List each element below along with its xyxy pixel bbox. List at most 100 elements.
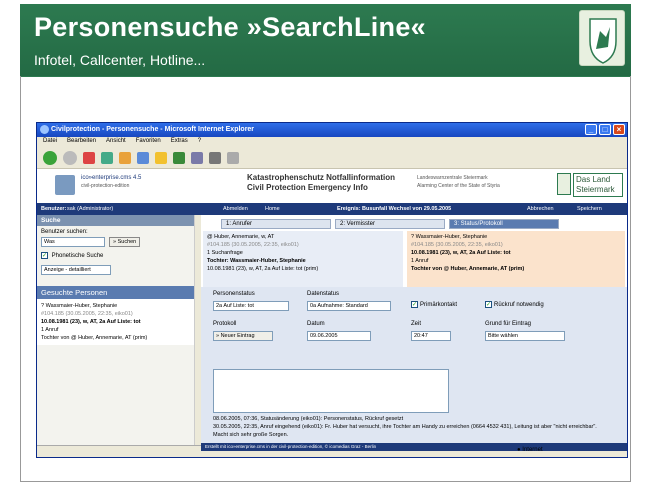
refresh-icon[interactable]	[101, 151, 113, 164]
search-input[interactable]: Was	[41, 237, 105, 247]
forward-icon[interactable]	[63, 150, 77, 165]
result-item[interactable]: ? Wassmaier-Huber, Stephanie #104.185 (3…	[37, 299, 194, 346]
app-header: ico»enterprise.cms 4.5 civil-protection-…	[37, 169, 627, 203]
missing-relation: Tochter von @ Huber, Annemarie, AT (prim…	[411, 266, 525, 272]
user-bar: Benutzer: sak (Administrator) Abmelden H…	[37, 203, 627, 215]
tab-strip: 1: Anrufer 2: Vermisster 3: Status/Proto…	[221, 219, 559, 229]
product-name: ico»enterprise.cms 4.5	[81, 175, 142, 181]
menu-extras[interactable]: Extras	[171, 138, 188, 146]
tab-status-protokoll[interactable]: 3: Status/Protokoll	[449, 219, 559, 229]
menu-bar: Datei Bearbeiten Ansicht Favoriten Extra…	[37, 137, 627, 147]
zone-status: ● Internet	[517, 447, 543, 453]
menu-datei[interactable]: Datei	[43, 138, 57, 146]
results-header: Gesuchte Personen	[37, 286, 194, 300]
logout-link[interactable]: Abmelden	[223, 206, 248, 212]
minimize-button[interactable]: _	[585, 124, 597, 135]
primaerkontakt-label: Primärkontakt	[420, 302, 458, 309]
datenstatus-select[interactable]: 0a Aufnahme: Standard	[307, 301, 391, 311]
menu-favoriten[interactable]: Favoriten	[136, 138, 161, 146]
caller-id: #104.185 (30.05.2005, 22:35, eiko01)	[207, 242, 299, 248]
home-icon[interactable]	[119, 151, 131, 164]
print-icon[interactable]	[209, 151, 221, 164]
coat-of-arms-icon	[579, 10, 625, 66]
search-label: Benutzer suchen:	[41, 229, 88, 235]
main-panel: 1: Anrufer 2: Vermisster 3: Status/Proto…	[201, 215, 627, 443]
tab-anrufer[interactable]: 1: Anrufer	[221, 219, 331, 229]
stop-icon[interactable]	[83, 151, 95, 164]
search-header: Suche	[37, 215, 194, 226]
edit-icon[interactable]	[227, 151, 239, 164]
grund-select[interactable]: Bitte wählen	[485, 331, 565, 341]
missing-info: 10.08.1981 (23), w, AT, 2a Auf Liste: to…	[411, 250, 511, 256]
zeit-input[interactable]: 20:47	[411, 331, 451, 341]
missing-pane: ? Wassmaier-Huber, Stephanie #104.185 (3…	[407, 231, 625, 287]
search-panel: Benutzer suchen: Was » Suchen ✓ Phonetis…	[37, 226, 194, 278]
result-id: #104.185 (30.05.2005, 22:35, eiko01)	[41, 311, 133, 318]
tab-vermisster[interactable]: 2: Vermisster	[335, 219, 445, 229]
status-form: Personenstatus 2a Auf Liste: tot Datenst…	[201, 287, 627, 443]
new-entry-button[interactable]: » Neuer Eintrag	[213, 331, 273, 341]
log-entry: 30.05.2005, 22:35, Anruf eingehend (eiko…	[213, 424, 597, 438]
sidebar: Suche Benutzer suchen: Was » Suchen ✓ Ph…	[37, 215, 195, 445]
close-button[interactable]: ×	[613, 124, 625, 135]
center-en: Alarming Center of the State of Styria	[417, 183, 500, 189]
datum-input[interactable]: 09.06.2005	[307, 331, 371, 341]
display-select[interactable]: Anzeige - detailliert	[41, 265, 111, 276]
divider	[20, 76, 631, 77]
browser-status-bar	[37, 445, 201, 457]
caller-relation: Tochter: Wassmaier-Huber, Stephanie	[207, 258, 306, 264]
primaerkontakt-checkbox[interactable]: ✓ Primärkontakt	[411, 301, 457, 308]
search-icon[interactable]	[137, 151, 149, 164]
mail-icon[interactable]	[191, 151, 203, 164]
frame-left	[20, 76, 21, 482]
product-edition: civil-protection-edition	[81, 183, 130, 189]
caller-name: @ Huber, Annemarie, w, AT	[207, 234, 275, 240]
save-button[interactable]: Speichern	[577, 206, 602, 212]
app-heading: Katastrophenschutz Notfallinformation	[247, 173, 396, 182]
rueckruf-checkbox[interactable]: ✓ Rückruf notwendig	[485, 301, 544, 308]
protokoll-label: Protokoll	[213, 321, 237, 327]
frame-bottom	[20, 481, 631, 482]
maximize-button[interactable]: □	[599, 124, 611, 135]
protocol-textarea[interactable]	[213, 369, 449, 413]
phonetic-checkbox[interactable]: ✓	[41, 252, 48, 259]
user-name: sak (Administrator)	[67, 206, 114, 212]
grund-label: Grund für Eintrag	[485, 321, 532, 327]
state-logo: Das Land Steiermark	[573, 173, 623, 197]
menu-help[interactable]: ?	[198, 138, 201, 146]
result-name: ? Wassmaier-Huber, Stephanie	[41, 303, 118, 310]
caller-info: 10.08.1981 (23), w, AT, 2a Auf Liste: to…	[207, 266, 319, 272]
personenstatus-select[interactable]: 2a Auf Liste: tot	[213, 301, 289, 311]
slide: Personensuche »SearchLine« Infotel, Call…	[0, 0, 653, 490]
missing-calls: 1 Anruf	[411, 258, 429, 264]
app-logo-icon	[55, 175, 75, 195]
history-icon[interactable]	[173, 151, 185, 164]
zeit-label: Zeit	[411, 321, 422, 327]
datenstatus-label: Datenstatus	[307, 291, 340, 297]
menu-bearbeiten[interactable]: Bearbeiten	[67, 138, 96, 146]
menu-ansicht[interactable]: Ansicht	[106, 138, 126, 146]
app-heading-en: Civil Protection Emergency Info	[247, 183, 368, 192]
missing-name: ? Wassmaier-Huber, Stephanie	[411, 234, 488, 240]
result-info: 10.08.1981 (23), w, AT, 2a Auf Liste: to…	[41, 319, 141, 326]
state-crest-icon	[557, 173, 571, 195]
zone-label: Internet	[522, 447, 543, 453]
frame-right	[630, 76, 631, 482]
user-label: Benutzer:	[41, 206, 67, 212]
slide-subtitle: Infotel, Callcenter, Hotline...	[34, 52, 206, 68]
event-label: Ereignis: Busunfall Wechsel von 29.05.20…	[337, 206, 452, 212]
cancel-button[interactable]: Abbrechen	[527, 206, 554, 212]
slide-title: Personensuche »SearchLine«	[34, 12, 426, 42]
search-button[interactable]: » Suchen	[109, 237, 141, 247]
favorites-icon[interactable]	[155, 151, 167, 164]
browser-window: Civilprotection - Personensuche - Micros…	[36, 122, 628, 458]
center-de: Landeswarnzentrale Steiermark	[417, 175, 488, 181]
slide-header: Personensuche »SearchLine« Infotel, Call…	[20, 4, 631, 76]
log-entry: 08.06.2005, 07:36, Statusänderung (eiko0…	[213, 416, 404, 422]
back-icon[interactable]	[43, 150, 57, 165]
datum-label: Datum	[307, 321, 325, 327]
ie-icon	[40, 125, 49, 134]
personenstatus-label: Personenstatus	[213, 291, 255, 297]
caller-pane: @ Huber, Annemarie, w, AT #104.185 (30.0…	[203, 231, 403, 287]
home-link[interactable]: Home	[265, 206, 280, 212]
